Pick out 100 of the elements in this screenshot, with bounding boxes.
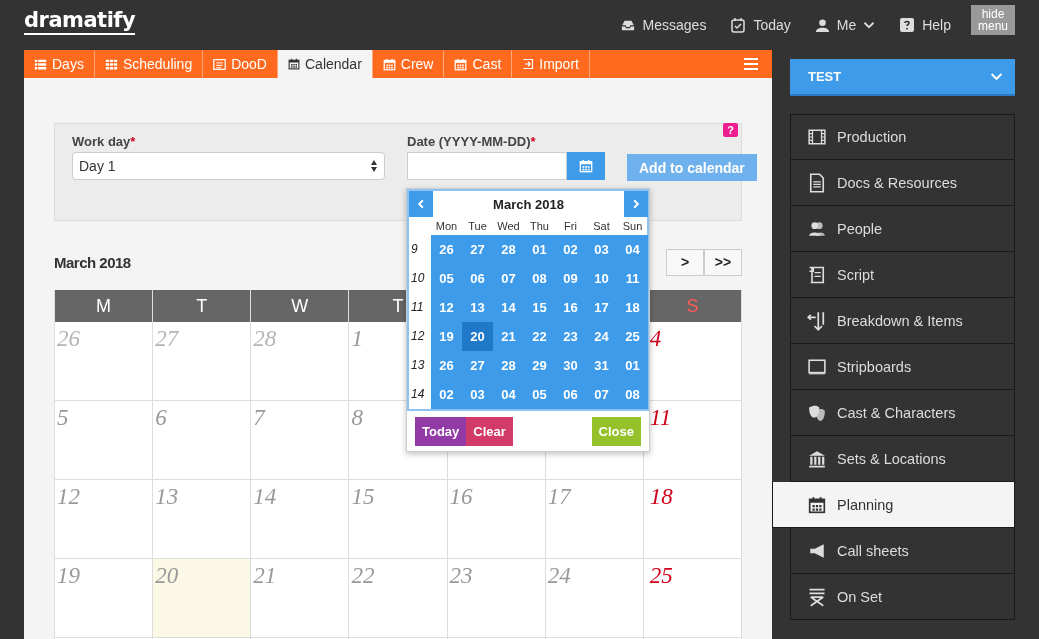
sidebar-item[interactable]: Cast & Characters xyxy=(790,390,1015,436)
day-cell[interactable]: 13 xyxy=(153,480,252,559)
picker-day[interactable]: 20 xyxy=(462,322,493,351)
day-cell[interactable]: 20 xyxy=(153,559,252,638)
help-badge[interactable]: ? xyxy=(723,123,738,137)
sidebar-item[interactable]: Call sheets xyxy=(790,528,1015,574)
calendar-icon xyxy=(454,57,468,71)
picker-day[interactable]: 13 xyxy=(462,293,493,322)
day-cell[interactable]: 21 xyxy=(251,559,350,638)
day-cell[interactable]: 24 xyxy=(545,559,644,638)
day-cell[interactable]: 27 xyxy=(153,322,252,401)
picker-day[interactable]: 03 xyxy=(462,380,493,409)
top-nav-link[interactable]: Today xyxy=(730,17,791,33)
top-nav-link[interactable]: Help xyxy=(899,17,951,33)
hide-menu-button[interactable]: hide menu xyxy=(971,5,1015,35)
day-cell[interactable]: 25 xyxy=(643,559,742,638)
picker-day[interactable]: 27 xyxy=(462,351,493,380)
arrows-icon xyxy=(807,310,827,331)
nav-button[interactable]: >> xyxy=(704,248,742,276)
day-cell[interactable]: 22 xyxy=(349,559,448,638)
picker-day[interactable]: 01 xyxy=(524,235,555,264)
picker-day[interactable]: 15 xyxy=(524,293,555,322)
add-to-calendar-button[interactable]: Add to calendar xyxy=(627,154,757,181)
sidebar-item[interactable]: Script xyxy=(790,252,1015,298)
sidebar-item[interactable]: Breakdown & Items xyxy=(790,298,1015,344)
calendar-icon xyxy=(807,495,827,514)
picker-day[interactable]: 14 xyxy=(493,293,524,322)
picker-day[interactable]: 22 xyxy=(524,322,555,351)
picker-day[interactable]: 18 xyxy=(617,293,648,322)
picker-day[interactable]: 27 xyxy=(462,235,493,264)
picker-day[interactable]: 12 xyxy=(431,293,462,322)
previous-month-button[interactable] xyxy=(409,191,433,217)
picker-day[interactable]: 30 xyxy=(555,351,586,380)
day-cell[interactable]: 7 xyxy=(251,401,350,480)
sidebar-item[interactable]: Stripboards xyxy=(790,344,1015,390)
picker-day[interactable]: 31 xyxy=(586,351,617,380)
picker-day[interactable]: 03 xyxy=(586,235,617,264)
day-cell[interactable]: 11 xyxy=(643,401,742,480)
picker-day[interactable]: 07 xyxy=(493,264,524,293)
day-cell[interactable]: 5 xyxy=(55,401,154,480)
day-cell[interactable]: 18 xyxy=(643,480,742,559)
tab[interactable]: Calendar xyxy=(278,50,373,78)
date-input[interactable] xyxy=(407,152,567,180)
picker-day[interactable]: 06 xyxy=(462,264,493,293)
picker-day[interactable]: 19 xyxy=(431,322,462,351)
picker-day[interactable]: 21 xyxy=(493,322,524,351)
picker-day[interactable]: 01 xyxy=(617,351,648,380)
picker-day[interactable]: 08 xyxy=(617,380,648,409)
picker-day[interactable]: 10 xyxy=(586,264,617,293)
sidebar-item[interactable]: On Set xyxy=(790,574,1015,620)
close-button[interactable]: Close xyxy=(591,417,641,446)
day-cell[interactable]: 15 xyxy=(349,480,448,559)
day-cell[interactable]: 28 xyxy=(251,322,350,401)
picker-day[interactable]: 26 xyxy=(431,235,462,264)
sidebar-item[interactable]: Sets & Locations xyxy=(790,436,1015,482)
picker-day[interactable]: 02 xyxy=(431,380,462,409)
picker-day[interactable]: 02 xyxy=(555,235,586,264)
day-cell[interactable]: 16 xyxy=(447,480,546,559)
picker-day[interactable]: 24 xyxy=(586,322,617,351)
picker-day[interactable]: 05 xyxy=(524,380,555,409)
day-cell[interactable]: 23 xyxy=(447,559,546,638)
sidebar-item[interactable]: Planning xyxy=(772,482,1015,528)
sidebar-item[interactable]: Docs & Resources xyxy=(790,160,1015,206)
picker-day[interactable]: 05 xyxy=(431,264,462,293)
day-cell[interactable]: 14 xyxy=(251,480,350,559)
picker-day[interactable]: 25 xyxy=(617,322,648,351)
today-button[interactable]: Today xyxy=(415,417,467,446)
day-cell[interactable]: 17 xyxy=(545,480,644,559)
picker-day[interactable]: 28 xyxy=(493,235,524,264)
day-cell[interactable]: 19 xyxy=(55,559,154,638)
picker-day[interactable]: 17 xyxy=(586,293,617,322)
logo[interactable]: dramatify xyxy=(24,7,136,35)
picker-day[interactable]: 29 xyxy=(524,351,555,380)
picker-day[interactable]: 28 xyxy=(493,351,524,380)
picker-day[interactable]: 16 xyxy=(555,293,586,322)
work-day-select[interactable]: Day 1 xyxy=(72,152,385,180)
picker-day[interactable]: 08 xyxy=(524,264,555,293)
picker-day[interactable]: 23 xyxy=(555,322,586,351)
top-nav-link[interactable]: Me xyxy=(814,17,876,33)
picker-day[interactable]: 06 xyxy=(555,380,586,409)
project-selector[interactable]: TEST xyxy=(790,59,1015,96)
clear-button[interactable]: Clear xyxy=(466,417,513,446)
picker-day[interactable]: 04 xyxy=(617,235,648,264)
day-cell[interactable]: 26 xyxy=(55,322,154,401)
day-cell[interactable]: 12 xyxy=(55,480,154,559)
picker-day[interactable]: 04 xyxy=(493,380,524,409)
document-icon xyxy=(213,57,227,71)
sidebar-item[interactable]: Production xyxy=(790,114,1015,160)
picker-day[interactable]: 11 xyxy=(617,264,648,293)
picker-day[interactable]: 07 xyxy=(586,380,617,409)
nav-button[interactable]: > xyxy=(666,248,704,276)
picker-day[interactable]: 26 xyxy=(431,351,462,380)
next-month-button[interactable] xyxy=(624,191,648,217)
sidebar-item[interactable]: People xyxy=(790,206,1015,252)
top-nav-link[interactable]: Messages xyxy=(619,17,707,33)
week-number: 13 xyxy=(410,357,426,374)
calendar-button[interactable] xyxy=(567,152,605,180)
picker-day[interactable]: 09 xyxy=(555,264,586,293)
day-cell[interactable]: 6 xyxy=(153,401,252,480)
week-number: 14 xyxy=(410,386,426,403)
